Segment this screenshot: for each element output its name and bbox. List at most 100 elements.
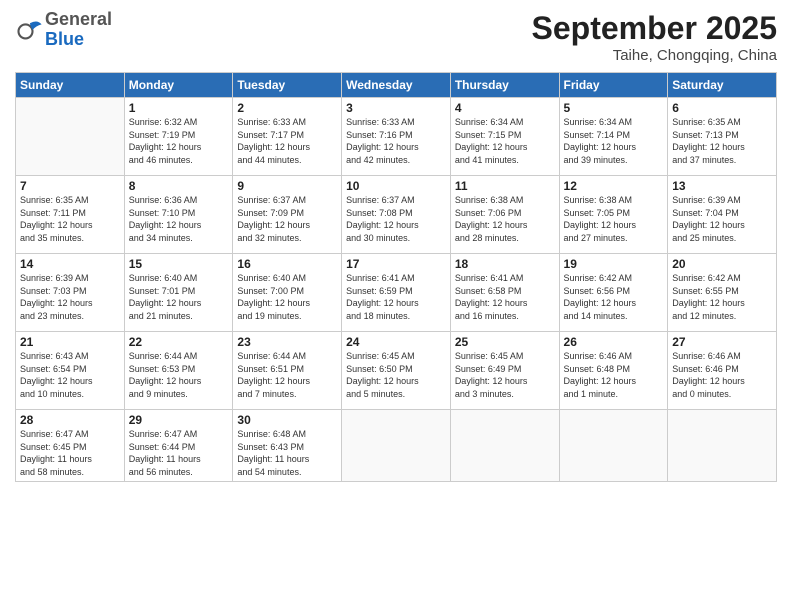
col-thursday: Thursday [450, 73, 559, 98]
table-row [668, 410, 777, 482]
day-number: 2 [237, 101, 337, 115]
day-info: Sunrise: 6:46 AM Sunset: 6:46 PM Dayligh… [672, 350, 772, 400]
table-row: 30Sunrise: 6:48 AM Sunset: 6:43 PM Dayli… [233, 410, 342, 482]
day-number: 16 [237, 257, 337, 271]
day-number: 21 [20, 335, 120, 349]
table-row: 22Sunrise: 6:44 AM Sunset: 6:53 PM Dayli… [124, 332, 233, 410]
day-info: Sunrise: 6:42 AM Sunset: 6:56 PM Dayligh… [564, 272, 664, 322]
day-number: 14 [20, 257, 120, 271]
table-row [450, 410, 559, 482]
day-number: 12 [564, 179, 664, 193]
page-container: General Blue September 2025 Taihe, Chong… [0, 0, 792, 492]
location-title: Taihe, Chongqing, China [532, 47, 777, 64]
day-number: 4 [455, 101, 555, 115]
day-number: 29 [129, 413, 229, 427]
day-info: Sunrise: 6:47 AM Sunset: 6:44 PM Dayligh… [129, 428, 229, 478]
table-row: 16Sunrise: 6:40 AM Sunset: 7:00 PM Dayli… [233, 254, 342, 332]
day-number: 28 [20, 413, 120, 427]
day-info: Sunrise: 6:39 AM Sunset: 7:03 PM Dayligh… [20, 272, 120, 322]
table-row: 23Sunrise: 6:44 AM Sunset: 6:51 PM Dayli… [233, 332, 342, 410]
table-row: 26Sunrise: 6:46 AM Sunset: 6:48 PM Dayli… [559, 332, 668, 410]
table-row: 7Sunrise: 6:35 AM Sunset: 7:11 PM Daylig… [16, 176, 125, 254]
table-row: 19Sunrise: 6:42 AM Sunset: 6:56 PM Dayli… [559, 254, 668, 332]
day-info: Sunrise: 6:40 AM Sunset: 7:00 PM Dayligh… [237, 272, 337, 322]
day-number: 8 [129, 179, 229, 193]
day-number: 3 [346, 101, 446, 115]
title-block: September 2025 Taihe, Chongqing, China [532, 10, 777, 64]
calendar-week-row: 28Sunrise: 6:47 AM Sunset: 6:45 PM Dayli… [16, 410, 777, 482]
table-row: 24Sunrise: 6:45 AM Sunset: 6:50 PM Dayli… [342, 332, 451, 410]
table-row: 14Sunrise: 6:39 AM Sunset: 7:03 PM Dayli… [16, 254, 125, 332]
calendar-week-row: 1Sunrise: 6:32 AM Sunset: 7:19 PM Daylig… [16, 98, 777, 176]
day-info: Sunrise: 6:38 AM Sunset: 7:06 PM Dayligh… [455, 194, 555, 244]
day-number: 20 [672, 257, 772, 271]
day-number: 15 [129, 257, 229, 271]
day-info: Sunrise: 6:32 AM Sunset: 7:19 PM Dayligh… [129, 116, 229, 166]
day-info: Sunrise: 6:37 AM Sunset: 7:09 PM Dayligh… [237, 194, 337, 244]
day-info: Sunrise: 6:46 AM Sunset: 6:48 PM Dayligh… [564, 350, 664, 400]
day-number: 17 [346, 257, 446, 271]
table-row: 6Sunrise: 6:35 AM Sunset: 7:13 PM Daylig… [668, 98, 777, 176]
day-info: Sunrise: 6:37 AM Sunset: 7:08 PM Dayligh… [346, 194, 446, 244]
table-row: 18Sunrise: 6:41 AM Sunset: 6:58 PM Dayli… [450, 254, 559, 332]
col-saturday: Saturday [668, 73, 777, 98]
logo: General Blue [15, 10, 112, 50]
day-number: 10 [346, 179, 446, 193]
day-info: Sunrise: 6:40 AM Sunset: 7:01 PM Dayligh… [129, 272, 229, 322]
day-number: 13 [672, 179, 772, 193]
day-info: Sunrise: 6:41 AM Sunset: 6:59 PM Dayligh… [346, 272, 446, 322]
table-row: 1Sunrise: 6:32 AM Sunset: 7:19 PM Daylig… [124, 98, 233, 176]
day-info: Sunrise: 6:33 AM Sunset: 7:16 PM Dayligh… [346, 116, 446, 166]
day-info: Sunrise: 6:35 AM Sunset: 7:11 PM Dayligh… [20, 194, 120, 244]
table-row: 4Sunrise: 6:34 AM Sunset: 7:15 PM Daylig… [450, 98, 559, 176]
col-friday: Friday [559, 73, 668, 98]
day-info: Sunrise: 6:45 AM Sunset: 6:50 PM Dayligh… [346, 350, 446, 400]
day-number: 19 [564, 257, 664, 271]
day-info: Sunrise: 6:38 AM Sunset: 7:05 PM Dayligh… [564, 194, 664, 244]
day-number: 18 [455, 257, 555, 271]
day-number: 24 [346, 335, 446, 349]
day-info: Sunrise: 6:42 AM Sunset: 6:55 PM Dayligh… [672, 272, 772, 322]
table-row: 5Sunrise: 6:34 AM Sunset: 7:14 PM Daylig… [559, 98, 668, 176]
table-row: 11Sunrise: 6:38 AM Sunset: 7:06 PM Dayli… [450, 176, 559, 254]
calendar-week-row: 7Sunrise: 6:35 AM Sunset: 7:11 PM Daylig… [16, 176, 777, 254]
table-row [342, 410, 451, 482]
table-row: 9Sunrise: 6:37 AM Sunset: 7:09 PM Daylig… [233, 176, 342, 254]
day-number: 30 [237, 413, 337, 427]
day-info: Sunrise: 6:44 AM Sunset: 6:53 PM Dayligh… [129, 350, 229, 400]
day-info: Sunrise: 6:39 AM Sunset: 7:04 PM Dayligh… [672, 194, 772, 244]
day-info: Sunrise: 6:45 AM Sunset: 6:49 PM Dayligh… [455, 350, 555, 400]
table-row: 2Sunrise: 6:33 AM Sunset: 7:17 PM Daylig… [233, 98, 342, 176]
day-info: Sunrise: 6:44 AM Sunset: 6:51 PM Dayligh… [237, 350, 337, 400]
col-wednesday: Wednesday [342, 73, 451, 98]
day-info: Sunrise: 6:34 AM Sunset: 7:15 PM Dayligh… [455, 116, 555, 166]
table-row: 3Sunrise: 6:33 AM Sunset: 7:16 PM Daylig… [342, 98, 451, 176]
table-row: 10Sunrise: 6:37 AM Sunset: 7:08 PM Dayli… [342, 176, 451, 254]
day-info: Sunrise: 6:36 AM Sunset: 7:10 PM Dayligh… [129, 194, 229, 244]
day-number: 6 [672, 101, 772, 115]
table-row: 29Sunrise: 6:47 AM Sunset: 6:44 PM Dayli… [124, 410, 233, 482]
table-row: 28Sunrise: 6:47 AM Sunset: 6:45 PM Dayli… [16, 410, 125, 482]
calendar-table: Sunday Monday Tuesday Wednesday Thursday… [15, 72, 777, 482]
day-number: 27 [672, 335, 772, 349]
day-number: 1 [129, 101, 229, 115]
calendar-header-row: Sunday Monday Tuesday Wednesday Thursday… [16, 73, 777, 98]
day-info: Sunrise: 6:33 AM Sunset: 7:17 PM Dayligh… [237, 116, 337, 166]
day-number: 26 [564, 335, 664, 349]
table-row: 8Sunrise: 6:36 AM Sunset: 7:10 PM Daylig… [124, 176, 233, 254]
day-info: Sunrise: 6:48 AM Sunset: 6:43 PM Dayligh… [237, 428, 337, 478]
day-info: Sunrise: 6:43 AM Sunset: 6:54 PM Dayligh… [20, 350, 120, 400]
day-info: Sunrise: 6:35 AM Sunset: 7:13 PM Dayligh… [672, 116, 772, 166]
month-title: September 2025 [532, 10, 777, 47]
logo-general-text: General [45, 9, 112, 29]
table-row: 13Sunrise: 6:39 AM Sunset: 7:04 PM Dayli… [668, 176, 777, 254]
col-tuesday: Tuesday [233, 73, 342, 98]
day-info: Sunrise: 6:34 AM Sunset: 7:14 PM Dayligh… [564, 116, 664, 166]
table-row: 21Sunrise: 6:43 AM Sunset: 6:54 PM Dayli… [16, 332, 125, 410]
table-row: 17Sunrise: 6:41 AM Sunset: 6:59 PM Dayli… [342, 254, 451, 332]
day-number: 11 [455, 179, 555, 193]
table-row: 15Sunrise: 6:40 AM Sunset: 7:01 PM Dayli… [124, 254, 233, 332]
day-number: 25 [455, 335, 555, 349]
table-row: 25Sunrise: 6:45 AM Sunset: 6:49 PM Dayli… [450, 332, 559, 410]
day-number: 7 [20, 179, 120, 193]
